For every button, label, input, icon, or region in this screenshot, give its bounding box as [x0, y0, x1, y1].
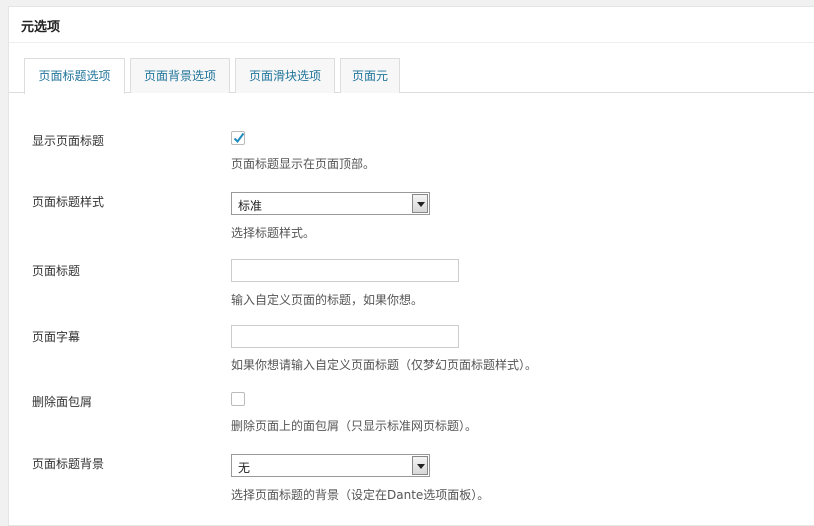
page-subtitle-input[interactable] — [231, 325, 459, 348]
page-title-input[interactable] — [231, 259, 459, 282]
option-description: 删除页面上的面包屑（只显示标准网页标题）。 — [231, 419, 478, 433]
tab-page-title-options[interactable]: 页面标题选项 — [24, 58, 125, 94]
tab-page-slider-options[interactable]: 页面滑块选项 — [235, 58, 335, 93]
option-label: 页面标题 — [32, 264, 81, 278]
tab-bar: 页面标题选项 页面背景选项 页面滑块选项 页面元 — [9, 43, 814, 94]
option-description: 输入自定义页面的标题，如果你想。 — [231, 293, 424, 307]
option-description: 选择标题样式。 — [231, 226, 316, 240]
title-style-select[interactable]: 标准 — [231, 192, 430, 215]
option-label: 页面标题样式 — [32, 195, 105, 209]
show-title-checkbox[interactable] — [231, 131, 245, 145]
select-value: 标准 — [238, 199, 263, 213]
option-label: 页面标题背景 — [32, 457, 105, 471]
option-description: 如果你想请输入自定义页面标题（仅梦幻页面标题样式）。 — [231, 358, 538, 372]
metabox-title: 元选项 — [21, 20, 61, 35]
option-label: 显示页面标题 — [32, 134, 105, 148]
option-label: 删除面包屑 — [32, 395, 93, 409]
remove-breadcrumb-checkbox[interactable] — [231, 392, 245, 406]
meta-options-box: 元选项 页面标题选项 页面背景选项 页面滑块选项 页面元 显示页面标题 页面标题… — [8, 6, 814, 526]
chevron-down-icon[interactable] — [412, 194, 428, 213]
chevron-down-icon[interactable] — [412, 456, 428, 475]
option-label: 页面字幕 — [32, 330, 81, 344]
title-background-select[interactable]: 无 — [231, 454, 430, 477]
option-description: 页面标题显示在页面顶部。 — [231, 157, 376, 171]
option-description: 选择页面标题的背景（设定在Dante选项面板）。 — [231, 488, 490, 502]
metabox-header: 元选项 — [9, 7, 814, 43]
checkmark-icon — [233, 132, 245, 144]
select-value: 无 — [238, 461, 251, 475]
tab-page-meta[interactable]: 页面元 — [340, 58, 400, 93]
tab-page-background-options[interactable]: 页面背景选项 — [130, 58, 230, 93]
